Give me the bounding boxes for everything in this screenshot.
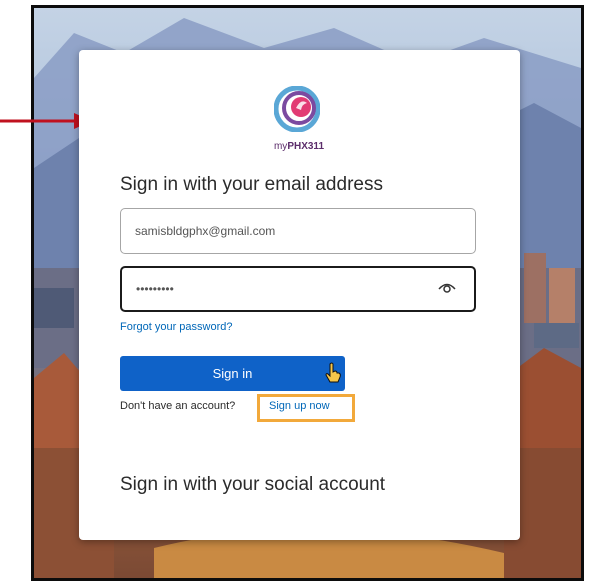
hand-cursor-icon [325, 362, 341, 383]
sign-in-button[interactable]: Sign in [120, 356, 345, 391]
forgot-password-link[interactable]: Forgot your password? [120, 321, 233, 333]
phoenix-logo-icon [274, 86, 320, 132]
eye-icon[interactable] [438, 281, 456, 295]
password-value: ••••••••• [136, 282, 174, 296]
sign-up-link[interactable]: Sign up now [269, 400, 330, 412]
no-account-text: Don't have an account? [120, 400, 236, 412]
password-field[interactable]: ••••••••• [120, 266, 476, 312]
email-field[interactable]: samisbldgphx@gmail.com [120, 208, 476, 254]
brand-prefix: my [273, 141, 288, 152]
page-title: Sign in with your email address [120, 174, 383, 195]
brand-wordmark: myPHX311 [259, 141, 339, 152]
sign-in-card: myPHX311 Sign in with your email address… [79, 50, 520, 540]
social-sign-in-heading: Sign in with your social account [120, 474, 386, 495]
email-value: samisbldgphx@gmail.com [135, 224, 276, 238]
brand-name: PHX311 [287, 141, 325, 152]
